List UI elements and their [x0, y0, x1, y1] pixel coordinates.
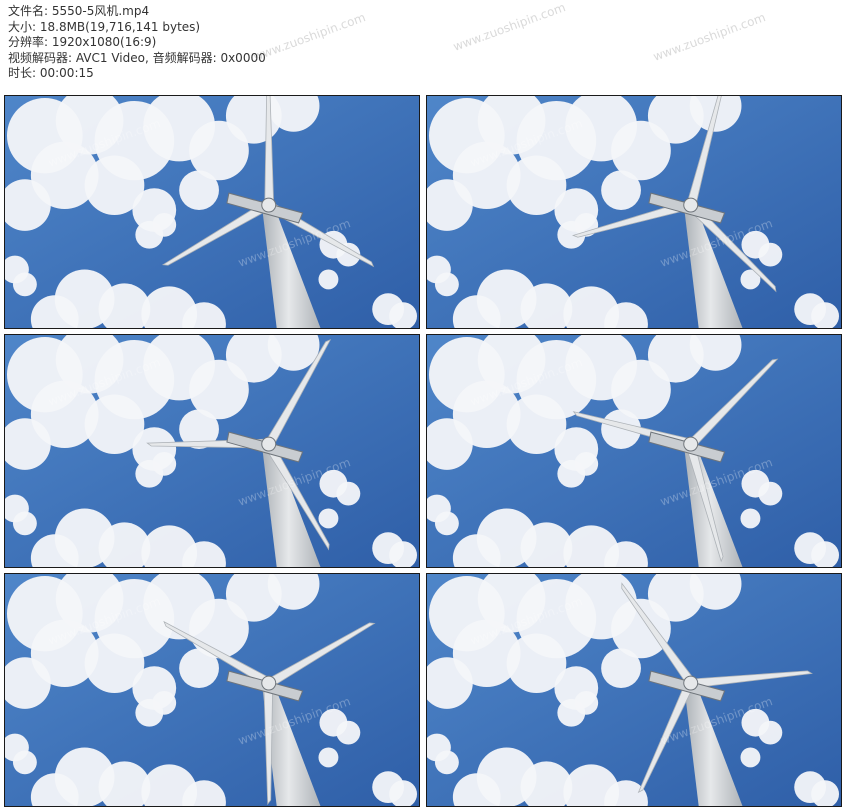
- video-frame-thumbnail: www.zuoshipin.com www.zuoshipin.com: [4, 334, 420, 568]
- turbine-hub: [683, 197, 699, 213]
- turbine-scene: [427, 574, 841, 806]
- turbine-scene: [427, 335, 841, 567]
- video-frame-thumbnail: www.zuoshipin.com www.zuoshipin.com: [4, 95, 420, 329]
- turbine-scene: [427, 96, 841, 328]
- video-frame-thumbnail: www.zuoshipin.com www.zuoshipin.com: [4, 573, 420, 807]
- turbine-hub: [683, 436, 699, 452]
- video-frame-thumbnail: www.zuoshipin.com www.zuoshipin.com: [426, 95, 842, 329]
- turbine-hub: [683, 675, 699, 691]
- video-frame-thumbnail: www.zuoshipin.com www.zuoshipin.com: [426, 573, 842, 807]
- thumbnail-grid: www.zuoshipin.com www.zuoshipin.com www.…: [0, 0, 848, 812]
- turbine-scene: [5, 96, 419, 328]
- turbine-hub: [261, 197, 277, 213]
- turbine-scene: [5, 574, 419, 806]
- turbine-hub: [261, 436, 277, 452]
- video-frame-thumbnail: www.zuoshipin.com www.zuoshipin.com: [426, 334, 842, 568]
- turbine-scene: [5, 335, 419, 567]
- turbine-hub: [261, 675, 277, 691]
